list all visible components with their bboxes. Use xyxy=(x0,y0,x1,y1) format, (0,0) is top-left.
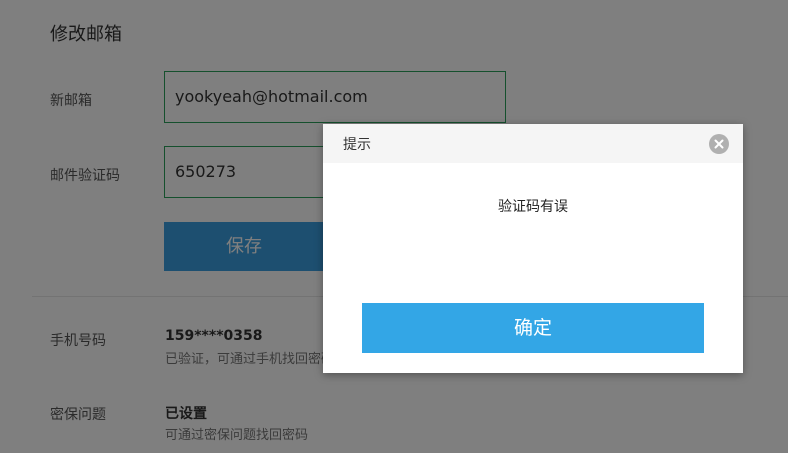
dialog-title: 提示 xyxy=(343,137,371,153)
dialog-message: 验证码有误 xyxy=(498,199,568,215)
confirm-button[interactable]: 确定 xyxy=(362,303,704,353)
close-x-glyph xyxy=(714,139,724,149)
close-icon[interactable] xyxy=(709,134,729,154)
dialog-header: 提示 xyxy=(323,124,743,163)
alert-dialog: 提示 验证码有误 确定 xyxy=(323,124,743,373)
